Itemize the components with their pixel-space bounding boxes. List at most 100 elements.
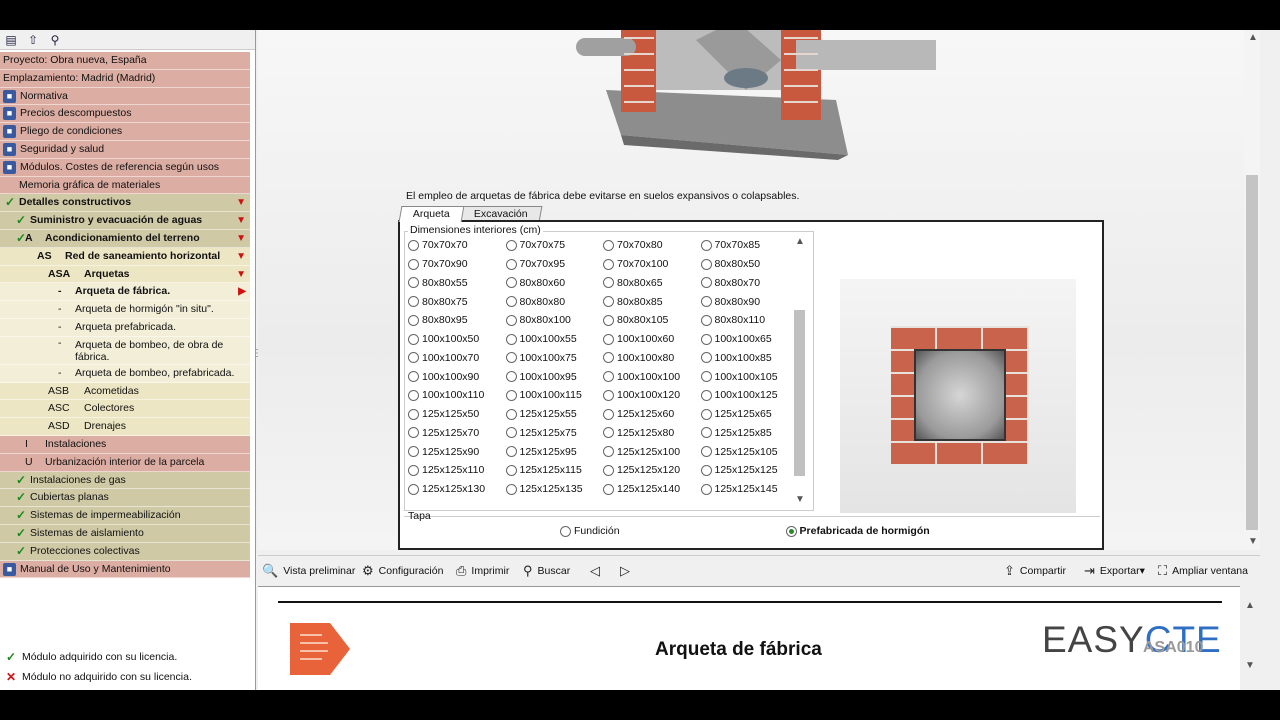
dimension-radio[interactable] [700, 371, 712, 383]
previous-button[interactable]: ◁ [590, 563, 605, 579]
tree-item[interactable]: ■ Módulos. Costes de referencia según uso… [0, 158, 250, 177]
dimension-radio[interactable] [700, 464, 712, 476]
dimension-option[interactable]: 125x125x65 [700, 405, 799, 424]
dimension-option[interactable]: 80x80x65 [603, 274, 701, 293]
dimension-option[interactable]: 125x125x110 [408, 461, 506, 480]
dimension-radio[interactable] [408, 352, 419, 364]
dimension-option[interactable]: 100x100x115 [505, 386, 604, 405]
radio-fundicion[interactable] [560, 525, 571, 537]
dimension-radio[interactable] [505, 352, 517, 364]
dimension-radio[interactable] [603, 296, 614, 308]
dimensions-scroll-thumb[interactable] [794, 310, 805, 476]
dimension-option[interactable]: 80x80x70 [700, 274, 799, 293]
dimension-radio[interactable] [603, 371, 614, 383]
collapse-arrow-icon[interactable]: ▼ [236, 212, 246, 229]
report-scrollbar[interactable]: ▲ ▼ [1240, 586, 1260, 690]
tree-item[interactable]: ■ Normativa [0, 87, 250, 106]
dimension-option[interactable]: 100x100x110 [408, 386, 506, 405]
dimension-radio[interactable] [603, 314, 614, 326]
tree-item[interactable]: ✓ Sistemas de impermeabilización [0, 507, 250, 525]
dimension-option[interactable]: 100x100x105 [700, 367, 799, 386]
dimension-option[interactable]: 125x125x95 [505, 442, 604, 461]
dimension-option[interactable]: 125x125x125 [700, 461, 799, 480]
radio-prefabricada[interactable] [785, 525, 797, 537]
dimension-radio[interactable] [603, 277, 614, 289]
dimension-radio[interactable] [408, 277, 419, 289]
dimension-option[interactable]: 100x100x120 [603, 386, 701, 405]
dimension-radio[interactable] [408, 483, 419, 495]
dimension-radio[interactable] [505, 483, 517, 495]
tree-item[interactable]: ✓ Protecciones colectivas [0, 542, 250, 561]
search-button[interactable]: ⚲ Buscar [523, 563, 570, 579]
up-level-icon[interactable]: ⇧ [24, 32, 42, 48]
print-button[interactable]: ⎙ Imprimir [456, 563, 509, 579]
dimension-radio[interactable] [603, 446, 614, 458]
collapse-arrow-icon[interactable]: ▼ [236, 194, 246, 211]
dimension-option[interactable]: 70x70x85 [700, 236, 799, 255]
dimension-option[interactable]: 125x125x60 [603, 405, 701, 424]
tree-item[interactable]: Proyecto: Obra nueva, España [0, 52, 250, 70]
dimension-option[interactable]: 70x70x100 [603, 255, 701, 274]
dimension-radio[interactable] [603, 483, 614, 495]
dimension-option[interactable]: 80x80x90 [700, 292, 799, 311]
tree-item[interactable]: ASC Colectores [0, 400, 250, 419]
dimension-radio[interactable] [408, 408, 419, 420]
dimension-option[interactable]: 100x100x90 [408, 367, 506, 386]
dimension-option[interactable]: 100x100x50 [408, 330, 506, 349]
binoculars-icon[interactable]: ⚲ [46, 32, 64, 48]
dimension-option[interactable]: 80x80x50 [700, 255, 799, 274]
preview-button[interactable]: 🔍 Vista preliminar [262, 563, 355, 579]
dimension-radio[interactable] [408, 371, 419, 383]
tree-view-icon[interactable]: ▤ [2, 32, 20, 48]
tree-item[interactable]: ✓ Instalaciones de gas [0, 471, 250, 490]
export-button[interactable]: ⇥ Exportar ▾ [1084, 563, 1145, 579]
dimension-radio[interactable] [408, 258, 419, 270]
tab-arqueta[interactable]: Arqueta [398, 206, 465, 222]
tree-item[interactable]: ASA Arquetas ▼ [0, 265, 250, 284]
dimension-option[interactable]: 125x125x135 [505, 480, 604, 499]
tree-item[interactable]: - Arqueta de hormigón "in situ". [0, 301, 250, 319]
report-scroll-down-icon[interactable]: ▼ [1245, 660, 1255, 671]
collapse-arrow-icon[interactable]: ▼ [236, 230, 246, 247]
viewer-scrollbar[interactable]: ▲ ▼ [1244, 30, 1260, 550]
tree-item[interactable]: ✓ Cubiertas planas [0, 489, 250, 508]
tree-item[interactable]: - Arqueta de bombeo, de obra de fábrica. [0, 336, 250, 365]
dimension-option[interactable]: 125x125x120 [603, 461, 701, 480]
dimension-radio[interactable] [603, 258, 614, 270]
tree-item[interactable]: U Urbanización interior de la parcela [0, 453, 250, 472]
dimension-option[interactable]: 125x125x140 [603, 480, 701, 499]
tree-item[interactable]: ■ Pliego de condiciones [0, 123, 250, 141]
scroll-up-icon[interactable]: ▲ [795, 236, 805, 247]
dimension-radio[interactable] [408, 239, 419, 251]
dimension-option[interactable]: 80x80x95 [408, 311, 506, 330]
dimension-radio[interactable] [700, 333, 712, 345]
dimension-option[interactable]: 125x125x115 [505, 461, 604, 480]
dimension-radio[interactable] [505, 389, 517, 401]
dimension-option[interactable]: 80x80x105 [603, 311, 701, 330]
dimension-radio[interactable] [408, 389, 419, 401]
tree-item[interactable]: - Arqueta prefabricada. [0, 318, 250, 337]
dimension-option[interactable]: 100x100x60 [603, 330, 701, 349]
dimension-option[interactable]: 80x80x100 [505, 311, 604, 330]
splitter-handle[interactable]: ⋮ [252, 348, 262, 368]
dimension-radio[interactable] [408, 333, 419, 345]
dimension-radio[interactable] [700, 296, 712, 308]
dimension-radio[interactable] [603, 239, 614, 251]
dimension-radio[interactable] [505, 427, 517, 439]
selected-arrow-icon[interactable]: ▶ [238, 283, 246, 300]
dimension-radio[interactable] [505, 371, 517, 383]
tapa-option-fundicion[interactable]: Fundición [560, 525, 620, 537]
dimension-radio[interactable] [700, 239, 712, 251]
dimension-radio[interactable] [408, 427, 419, 439]
dimension-radio[interactable] [505, 408, 517, 420]
dimension-radio[interactable] [505, 258, 517, 270]
dimension-option[interactable]: 100x100x65 [700, 330, 799, 349]
tree-item[interactable]: - Arqueta de fábrica. ▶ [0, 283, 250, 302]
dimension-option[interactable]: 125x125x90 [408, 442, 506, 461]
dimension-radio[interactable] [505, 333, 517, 345]
dimension-radio[interactable] [700, 389, 712, 401]
viewer-scroll-up-icon[interactable]: ▲ [1248, 32, 1258, 43]
scroll-down-icon[interactable]: ▼ [795, 494, 805, 505]
dimension-option[interactable]: 125x125x130 [408, 480, 506, 499]
report-scroll-up-icon[interactable]: ▲ [1245, 600, 1255, 611]
